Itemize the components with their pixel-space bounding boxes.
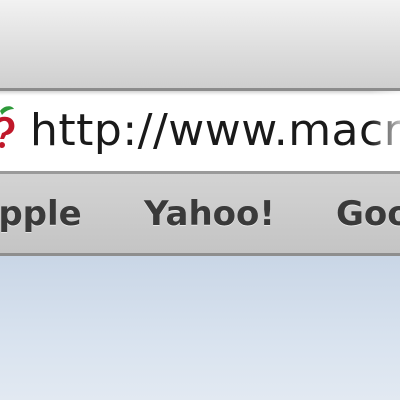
url-fade [370,91,400,171]
bookmark-yahoo[interactable]: Yahoo! [144,190,275,238]
macrumors-apple-icon [0,105,20,149]
browser-window: http://www.macr Apple Yahoo! Google [0,0,400,400]
bookmarks-bar: Apple Yahoo! Google [0,174,400,256]
url-text[interactable]: http://www.macr [30,101,400,161]
address-bar[interactable]: http://www.macr [0,88,400,174]
browser-toolbar [0,0,400,88]
bookmark-google[interactable]: Google [336,190,400,238]
page-content [0,256,400,400]
bookmark-apple[interactable]: Apple [0,190,82,238]
